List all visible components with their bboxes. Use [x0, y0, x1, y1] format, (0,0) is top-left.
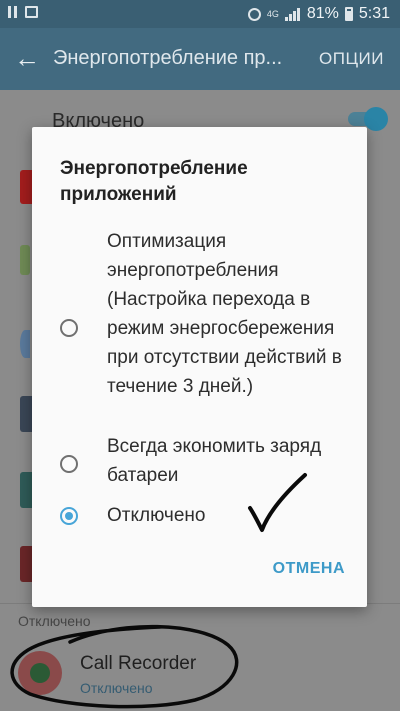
call-recorder-icon — [18, 651, 62, 695]
status-bar: 4G 81% 5:31 — [0, 0, 400, 28]
option-label: Отключено — [107, 505, 206, 526]
option-label: Оптимизация энергопотребления (Настройка… — [107, 231, 342, 397]
option-always-save[interactable]: Всегда экономить заряд батареи — [32, 432, 367, 494]
enabled-switch[interactable] — [348, 107, 388, 131]
app-icon — [20, 330, 30, 358]
cancel-button[interactable]: ОТМЕНА — [273, 560, 345, 578]
app-bar: ← Энергопотребление пр... ОПЦИИ — [0, 28, 400, 90]
battery-icon — [344, 7, 353, 21]
pause-icon — [8, 6, 17, 18]
option-disabled[interactable]: Отключено — [32, 501, 367, 535]
battery-percent: 81% — [306, 5, 339, 22]
arrow-back-icon[interactable]: ← — [14, 44, 40, 72]
image-icon — [25, 6, 38, 18]
clock: 5:31 — [358, 5, 390, 22]
option-optimize[interactable]: Оптимизация энергопотребления (Настройка… — [32, 227, 367, 432]
section-label: Отключено — [18, 613, 91, 629]
battery-usage-dialog: Энергопотребление приложений Оптимизация… — [32, 127, 367, 607]
app-name[interactable]: Call Recorder — [80, 653, 196, 675]
signal-icon — [284, 7, 301, 21]
dialog-title: Энергопотребление приложений — [60, 158, 248, 205]
alarm-icon — [247, 7, 261, 21]
app-status: Отключено — [80, 680, 153, 696]
page-title: Энергопотребление пр... — [53, 47, 283, 69]
network-type: 4G — [266, 8, 279, 19]
options-button[interactable]: ОПЦИИ — [319, 49, 384, 69]
option-label: Всегда экономить заряд батареи — [107, 436, 322, 486]
radio-button[interactable] — [60, 455, 78, 473]
radio-button-selected[interactable] — [60, 507, 78, 525]
radio-button[interactable] — [60, 319, 78, 337]
app-icon — [20, 245, 30, 275]
